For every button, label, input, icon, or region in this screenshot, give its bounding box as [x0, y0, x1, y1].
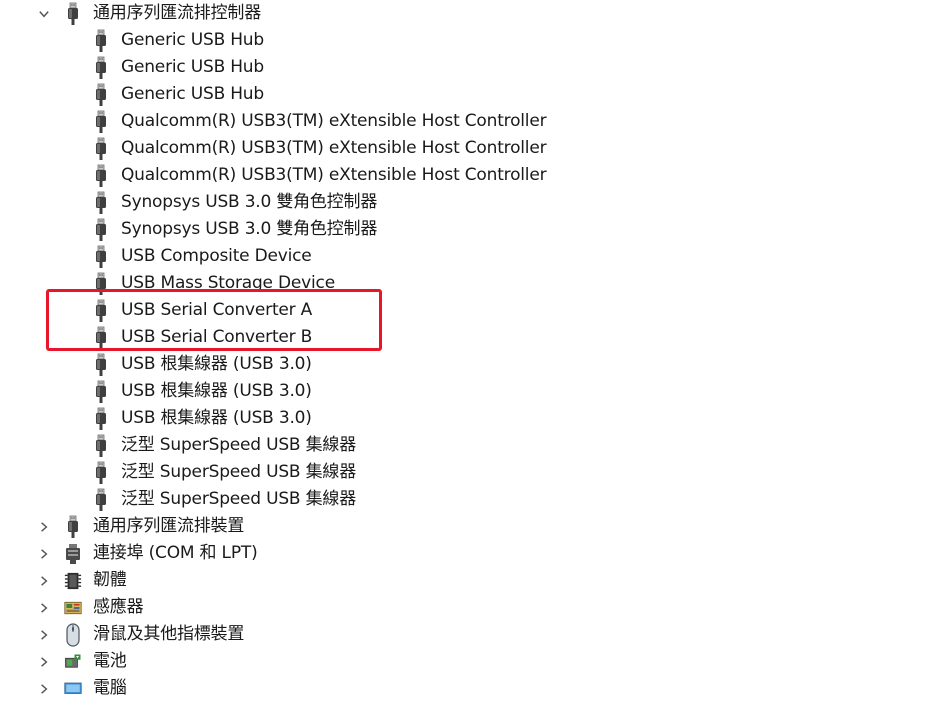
- device-label: USB 根集線器 (USB 3.0): [121, 354, 312, 374]
- usb-plug-icon: [92, 245, 110, 269]
- usb-plug-icon: [92, 191, 110, 215]
- usb-plug-icon: [92, 164, 110, 188]
- device-item-qualcomm-host-controller[interactable]: Qualcomm(R) USB3(TM) eXtensible Host Con…: [0, 108, 945, 135]
- device-item-generic-usb-hub[interactable]: Generic USB Hub: [0, 27, 945, 54]
- sensor-icon: [64, 596, 82, 620]
- chevron-right-icon[interactable]: [36, 567, 52, 594]
- device-item-superspeed-hub[interactable]: 泛型 SuperSpeed USB 集線器: [0, 432, 945, 459]
- category-batteries[interactable]: 電池: [0, 648, 945, 675]
- usb-plug-icon: [64, 2, 82, 26]
- device-label: Synopsys USB 3.0 雙角色控制器: [121, 192, 378, 212]
- device-item-synopsys-dual-role[interactable]: Synopsys USB 3.0 雙角色控制器: [0, 216, 945, 243]
- device-manager-tree: 通用序列匯流排控制器 Generic USB Hub Generic USB H…: [0, 0, 945, 698]
- category-usb-controllers[interactable]: 通用序列匯流排控制器: [0, 0, 945, 27]
- category-label: 韌體: [93, 570, 127, 590]
- usb-plug-icon: [92, 56, 110, 80]
- usb-plug-icon: [92, 407, 110, 431]
- device-label: 泛型 SuperSpeed USB 集線器: [121, 462, 357, 482]
- usb-plug-icon: [92, 110, 110, 134]
- device-label: USB Serial Converter A: [121, 300, 313, 320]
- battery-icon: [64, 650, 82, 674]
- device-label: Generic USB Hub: [121, 57, 264, 77]
- category-label: 電腦: [93, 678, 127, 698]
- port-icon: [64, 542, 82, 566]
- category-label: 連接埠 (COM 和 LPT): [93, 543, 258, 563]
- device-item-synopsys-dual-role[interactable]: Synopsys USB 3.0 雙角色控制器: [0, 189, 945, 216]
- category-computer[interactable]: 電腦: [0, 675, 945, 702]
- usb-plug-icon: [92, 218, 110, 242]
- usb-plug-icon: [92, 380, 110, 404]
- chevron-right-icon[interactable]: [36, 513, 52, 540]
- category-firmware[interactable]: 韌體: [0, 567, 945, 594]
- usb-plug-icon: [92, 353, 110, 377]
- chevron-right-icon[interactable]: [36, 675, 52, 702]
- device-label: USB Serial Converter B: [121, 327, 313, 347]
- usb-plug-icon: [92, 434, 110, 458]
- usb-plug-icon: [92, 29, 110, 53]
- usb-plug-icon: [92, 83, 110, 107]
- usb-plug-icon: [92, 326, 110, 350]
- category-label: 滑鼠及其他指標裝置: [93, 624, 245, 644]
- device-label: Qualcomm(R) USB3(TM) eXtensible Host Con…: [121, 165, 547, 185]
- device-label: Synopsys USB 3.0 雙角色控制器: [121, 219, 378, 239]
- usb-plug-icon: [92, 299, 110, 323]
- device-label: Qualcomm(R) USB3(TM) eXtensible Host Con…: [121, 111, 547, 131]
- chevron-down-icon[interactable]: [36, 0, 52, 27]
- device-item-superspeed-hub[interactable]: 泛型 SuperSpeed USB 集線器: [0, 486, 945, 513]
- device-label: Generic USB Hub: [121, 84, 264, 104]
- usb-plug-icon: [64, 515, 82, 539]
- device-item-usb-root-hub[interactable]: USB 根集線器 (USB 3.0): [0, 405, 945, 432]
- device-item-usb-composite-device[interactable]: USB Composite Device: [0, 243, 945, 270]
- device-item-usb-root-hub[interactable]: USB 根集線器 (USB 3.0): [0, 378, 945, 405]
- category-label: 通用序列匯流排裝置: [93, 516, 245, 536]
- category-label: 感應器: [93, 597, 144, 617]
- device-item-generic-usb-hub[interactable]: Generic USB Hub: [0, 81, 945, 108]
- device-label: USB Mass Storage Device: [121, 273, 335, 293]
- device-label: 泛型 SuperSpeed USB 集線器: [121, 435, 357, 455]
- category-label: 通用序列匯流排控制器: [93, 3, 261, 23]
- usb-plug-icon: [92, 137, 110, 161]
- category-usb-devices[interactable]: 通用序列匯流排裝置: [0, 513, 945, 540]
- device-item-qualcomm-host-controller[interactable]: Qualcomm(R) USB3(TM) eXtensible Host Con…: [0, 135, 945, 162]
- mouse-icon: [64, 622, 82, 647]
- device-label: 泛型 SuperSpeed USB 集線器: [121, 489, 357, 509]
- device-label: Qualcomm(R) USB3(TM) eXtensible Host Con…: [121, 138, 547, 158]
- device-item-usb-serial-converter-a[interactable]: USB Serial Converter A: [0, 297, 945, 324]
- category-sensors[interactable]: 感應器: [0, 594, 945, 621]
- device-label: USB 根集線器 (USB 3.0): [121, 408, 312, 428]
- usb-plug-icon: [92, 272, 110, 296]
- device-item-generic-usb-hub[interactable]: Generic USB Hub: [0, 54, 945, 81]
- device-label: Generic USB Hub: [121, 30, 264, 50]
- device-item-usb-serial-converter-b[interactable]: USB Serial Converter B: [0, 324, 945, 351]
- device-label: USB Composite Device: [121, 246, 312, 266]
- category-ports[interactable]: 連接埠 (COM 和 LPT): [0, 540, 945, 567]
- chevron-right-icon[interactable]: [36, 621, 52, 648]
- chevron-right-icon[interactable]: [36, 540, 52, 567]
- device-item-usb-root-hub[interactable]: USB 根集線器 (USB 3.0): [0, 351, 945, 378]
- chevron-right-icon[interactable]: [36, 594, 52, 621]
- chevron-right-icon[interactable]: [36, 648, 52, 675]
- category-label: 電池: [93, 651, 127, 671]
- usb-plug-icon: [92, 488, 110, 512]
- device-item-qualcomm-host-controller[interactable]: Qualcomm(R) USB3(TM) eXtensible Host Con…: [0, 162, 945, 189]
- device-item-usb-mass-storage[interactable]: USB Mass Storage Device: [0, 270, 945, 297]
- computer-icon: [64, 677, 82, 701]
- device-item-superspeed-hub[interactable]: 泛型 SuperSpeed USB 集線器: [0, 459, 945, 486]
- category-mice[interactable]: 滑鼠及其他指標裝置: [0, 621, 945, 648]
- chip-icon: [64, 569, 82, 593]
- usb-plug-icon: [92, 461, 110, 485]
- device-label: USB 根集線器 (USB 3.0): [121, 381, 312, 401]
